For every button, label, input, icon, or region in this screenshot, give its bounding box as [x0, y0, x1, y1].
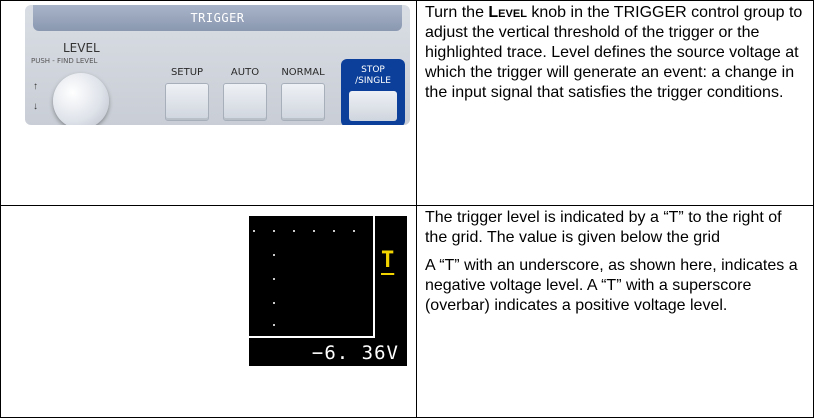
level-knob-sublabel: PUSH - FIND LEVEL — [31, 57, 98, 65]
stop-single-panel: STOP /SINGLE — [341, 59, 405, 125]
trigger-panel-image: TRIGGER LEVEL PUSH - FIND LEVEL ↑ ↓ SETU… — [25, 5, 410, 125]
level-knob-label: LEVEL — [63, 41, 100, 55]
setup-button — [165, 83, 209, 121]
arrow-down-icon: ↓ — [33, 101, 38, 112]
level-description-cell: Turn the Level knob in the TRIGGER contr… — [415, 0, 814, 206]
stop-single-button — [349, 91, 397, 121]
setup-button-label: SETUP — [170, 67, 204, 78]
grid-right-border — [373, 216, 375, 338]
stop-single-label: STOP /SINGLE — [355, 65, 391, 86]
trigger-indicator-paragraph: The trigger level is indicated by a “T” … — [424, 209, 782, 246]
scope-screen: T −6. 36V — [249, 216, 407, 366]
document-table: TRIGGER LEVEL PUSH - FIND LEVEL ↑ ↓ SETU… — [0, 0, 814, 418]
trigger-level-marker: T — [381, 248, 395, 273]
normal-button-label: NORMAL — [281, 67, 325, 78]
normal-button — [281, 83, 325, 121]
auto-button-label: AUTO — [230, 67, 260, 78]
level-term: Level — [488, 4, 527, 21]
arrow-up-icon: ↑ — [33, 81, 38, 92]
level-description: Turn the Level knob in the TRIGGER contr… — [424, 4, 803, 101]
trigger-indicator-description-cell: The trigger level is indicated by a “T” … — [415, 205, 814, 418]
trigger-group-header: TRIGGER — [33, 5, 402, 31]
underscore-explanation-paragraph: A “T” with an underscore, as shown here,… — [424, 257, 798, 314]
grid-bottom-border — [249, 336, 375, 338]
table-row: T −6. 36V The trigger level is indicated… — [0, 205, 814, 418]
scope-screen-cell: T −6. 36V — [0, 205, 417, 418]
scope-grid — [249, 216, 375, 338]
trigger-level-readout: −6. 36V — [311, 342, 399, 364]
level-knob — [53, 73, 109, 125]
trigger-panel-cell: TRIGGER LEVEL PUSH - FIND LEVEL ↑ ↓ SETU… — [0, 0, 417, 206]
trigger-group-title: TRIGGER — [190, 11, 245, 25]
auto-button — [223, 83, 267, 121]
table-row: TRIGGER LEVEL PUSH - FIND LEVEL ↑ ↓ SETU… — [0, 0, 814, 206]
